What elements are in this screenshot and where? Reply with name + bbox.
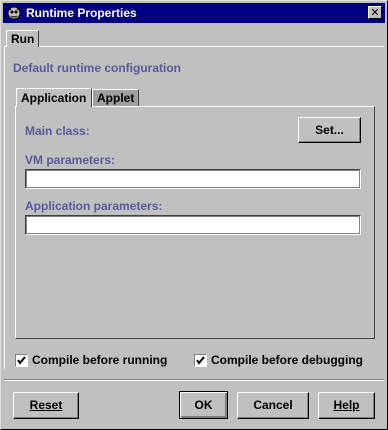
checkmark-icon — [17, 356, 26, 365]
compile-before-running-checkbox[interactable] — [15, 354, 28, 367]
help-button-label: Help — [333, 398, 360, 412]
close-icon: ✕ — [370, 7, 380, 19]
tab-application[interactable]: Application — [16, 88, 92, 107]
tab-run-label: Run — [11, 32, 35, 46]
compile-before-debugging-label[interactable]: Compile before debugging — [211, 353, 363, 367]
tab-application-label: Application — [21, 91, 87, 105]
compile-before-running-label[interactable]: Compile before running — [32, 353, 167, 367]
title-bar[interactable]: Runtime Properties ✕ — [3, 3, 385, 23]
vm-parameters-label: VM parameters: — [25, 153, 116, 167]
close-button[interactable]: ✕ — [368, 6, 382, 19]
reset-button[interactable]: Reset — [13, 392, 79, 419]
cancel-button[interactable]: Cancel — [237, 392, 309, 419]
main-class-label: Main class: — [25, 124, 90, 138]
separator-highlight — [4, 380, 384, 381]
cancel-button-label: Cancel — [253, 398, 293, 412]
vm-parameters-field[interactable] — [25, 169, 361, 189]
reset-button-label: Reset — [29, 398, 63, 412]
tab-applet-label: Applet — [97, 91, 135, 105]
tab-run[interactable]: Run — [6, 30, 39, 47]
application-parameters-field[interactable] — [25, 215, 361, 235]
runtime-properties-window: Runtime Properties ✕ Run Default runtime… — [0, 0, 388, 430]
tab-applet[interactable]: Applet — [92, 89, 139, 107]
application-parameters-label: Application parameters: — [25, 199, 163, 213]
app-icon[interactable] — [6, 5, 22, 21]
heading: Default runtime configuration — [13, 61, 181, 75]
set-button-label: Set... — [315, 123, 344, 137]
compile-before-debugging-checkbox[interactable] — [194, 354, 207, 367]
ok-button[interactable]: OK — [179, 391, 228, 419]
window-title: Runtime Properties — [26, 6, 137, 20]
checkmark-icon — [196, 356, 205, 365]
ok-button-label: OK — [194, 398, 213, 412]
help-button[interactable]: Help — [318, 392, 375, 419]
set-button[interactable]: Set... — [298, 117, 361, 143]
